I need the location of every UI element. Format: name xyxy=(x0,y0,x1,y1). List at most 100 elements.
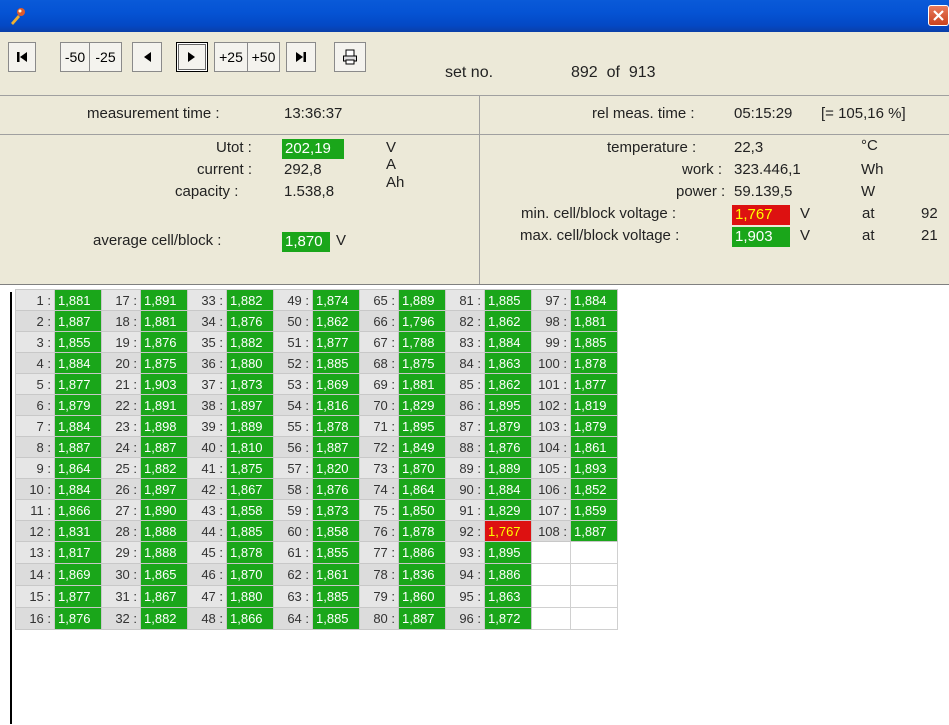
average-label: average cell/block : xyxy=(93,232,222,249)
cell-voltage: 1,875 xyxy=(226,457,274,479)
cell-number: 61 : xyxy=(273,541,313,564)
close-button[interactable] xyxy=(928,5,949,26)
cell-voltage: 1,891 xyxy=(140,289,188,311)
cell-number: 38 : xyxy=(187,394,227,416)
cell-voltage: 1,862 xyxy=(312,310,360,332)
empty-cell xyxy=(531,585,571,608)
power-unit: W xyxy=(861,183,876,200)
cell-voltage: 1,869 xyxy=(312,373,360,395)
cell-number: 12 : xyxy=(15,520,55,542)
cell-number: 34 : xyxy=(187,310,227,332)
cell-voltage: 1,886 xyxy=(484,563,532,586)
cell-number: 98 : xyxy=(531,310,571,332)
power-label: power : xyxy=(676,183,726,200)
temperature-unit: °C xyxy=(861,137,878,154)
empty-cell xyxy=(570,563,618,586)
rel-time-percent: [= 105,16 %] xyxy=(821,105,906,122)
cell-number: 58 : xyxy=(273,478,313,500)
cell-number: 107 : xyxy=(531,499,571,521)
plus25-button[interactable]: +25 xyxy=(214,42,248,72)
cell-voltage: 1,895 xyxy=(398,415,446,437)
set-current: 892 xyxy=(571,64,598,81)
cell-number: 55 : xyxy=(273,415,313,437)
next-button[interactable] xyxy=(176,42,208,72)
prev-button[interactable] xyxy=(132,42,162,72)
cell-number: 83 : xyxy=(445,331,485,353)
cell-voltage: 1,881 xyxy=(570,310,618,332)
current-label: current : xyxy=(197,161,253,178)
cell-voltage: 1,882 xyxy=(226,331,274,353)
cell-voltage: 1,861 xyxy=(312,563,360,586)
cell-voltage: 1,880 xyxy=(226,585,274,608)
cell-voltage: 1,881 xyxy=(398,373,446,395)
cell-voltage: 1,796 xyxy=(398,310,446,332)
cell-voltage: 1,893 xyxy=(570,457,618,479)
cell-number: 68 : xyxy=(359,352,399,374)
cell-number: 99 : xyxy=(531,331,571,353)
cell-number: 40 : xyxy=(187,436,227,458)
cell-voltage: 1,882 xyxy=(140,607,188,630)
cell-voltage: 1,861 xyxy=(570,436,618,458)
cell-voltage: 1,887 xyxy=(54,436,102,458)
minus25-button[interactable]: -25 xyxy=(90,42,122,72)
table-row: 13 :1,817 29 :1,888 45 :1,878 61 :1,855 77 :… xyxy=(15,541,618,564)
plus50-label: +50 xyxy=(251,49,276,65)
cell-voltage: 1,885 xyxy=(484,289,532,311)
cell-number: 90 : xyxy=(445,478,485,500)
cell-voltage: 1,874 xyxy=(312,289,360,311)
max-voltage-value: 1,903 xyxy=(732,227,790,247)
first-set-button[interactable] xyxy=(8,42,36,72)
cell-number: 18 : xyxy=(101,310,141,332)
work-unit: Wh xyxy=(861,161,884,178)
empty-cell xyxy=(570,585,618,608)
cell-number: 13 : xyxy=(15,541,55,564)
cell-number: 31 : xyxy=(101,585,141,608)
cell-voltage: 1,831 xyxy=(54,520,102,542)
cell-number: 33 : xyxy=(187,289,227,311)
table-row: 16 :1,876 32 :1,882 48 :1,866 64 :1,885 80 :… xyxy=(15,607,618,630)
cell-number: 101 : xyxy=(531,373,571,395)
cell-number: 79 : xyxy=(359,585,399,608)
cell-voltage: 1,879 xyxy=(54,394,102,416)
capacity-label: capacity : xyxy=(175,183,239,200)
cell-number: 6 : xyxy=(15,394,55,416)
cell-voltage: 1,875 xyxy=(398,352,446,374)
cell-voltage: 1,889 xyxy=(226,415,274,437)
cell-voltage: 1,863 xyxy=(484,352,532,374)
cell-voltage: 1,879 xyxy=(570,415,618,437)
cell-number: 108 : xyxy=(531,520,571,542)
empty-cell xyxy=(531,541,571,564)
cell-number: 75 : xyxy=(359,499,399,521)
plus50-button[interactable]: +50 xyxy=(248,42,280,72)
cell-voltage: 1,877 xyxy=(570,373,618,395)
cell-number: 64 : xyxy=(273,607,313,630)
cell-voltage: 1,895 xyxy=(484,541,532,564)
cell-number: 35 : xyxy=(187,331,227,353)
rel-time-label: rel meas. time : xyxy=(592,105,695,122)
cell-number: 105 : xyxy=(531,457,571,479)
print-button[interactable] xyxy=(334,42,366,72)
set-of: of xyxy=(606,64,620,81)
table-row: 10 :1,884 26 :1,897 42 :1,867 58 :1,876 74 :… xyxy=(15,478,618,500)
cell-voltage: 1,876 xyxy=(484,436,532,458)
cell-voltage: 1,829 xyxy=(484,499,532,521)
title-bar xyxy=(0,0,949,32)
cell-number: 76 : xyxy=(359,520,399,542)
cell-voltage: 1,864 xyxy=(54,457,102,479)
cell-voltage: 1,888 xyxy=(140,541,188,564)
table-row: 6 :1,879 22 :1,891 38 :1,897 54 :1,816 70 :1… xyxy=(15,394,618,416)
cell-voltage: 1,875 xyxy=(140,352,188,374)
cell-number: 52 : xyxy=(273,352,313,374)
cell-number: 94 : xyxy=(445,563,485,586)
cell-number: 56 : xyxy=(273,436,313,458)
minus50-button[interactable]: -50 xyxy=(60,42,90,72)
last-set-button[interactable] xyxy=(286,42,316,72)
cell-number: 66 : xyxy=(359,310,399,332)
table-row: 4 :1,884 20 :1,875 36 :1,880 52 :1,885 68 :1… xyxy=(15,352,618,374)
cell-voltage: 1,878 xyxy=(226,541,274,564)
cell-voltage: 1,878 xyxy=(398,520,446,542)
cell-number: 15 : xyxy=(15,585,55,608)
cell-number: 53 : xyxy=(273,373,313,395)
capacity-unit: Ah xyxy=(386,174,405,191)
cell-number: 74 : xyxy=(359,478,399,500)
